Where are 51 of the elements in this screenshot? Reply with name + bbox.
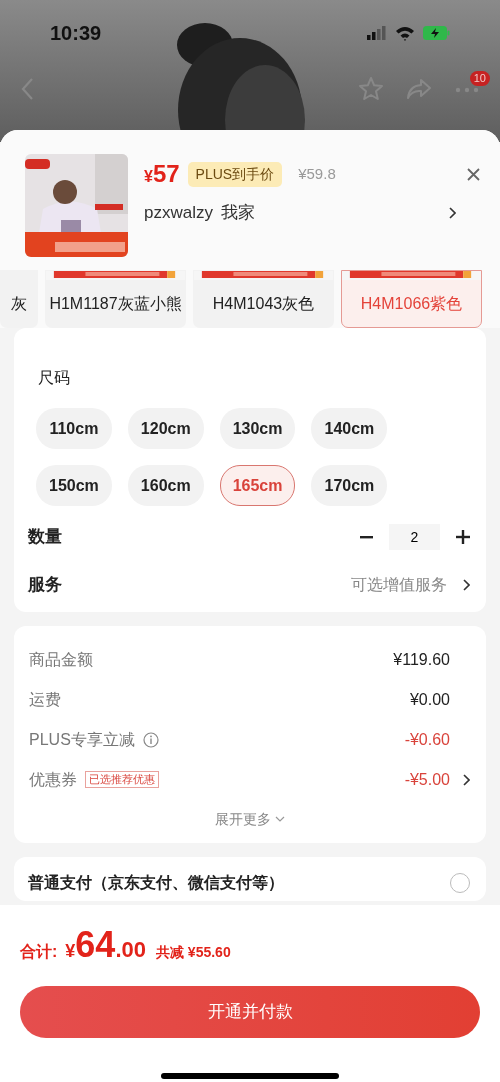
total-amount: ¥64.00 [64, 927, 146, 966]
summary-value: ¥0.00 [409, 689, 450, 710]
summary-label: 优惠券 [29, 769, 77, 790]
pay-button[interactable]: 开通并付款 [20, 986, 480, 1038]
summary-value: -¥0.60 [404, 729, 450, 750]
service-value[interactable]: 可选增值服务 [351, 572, 447, 597]
shop-name[interactable]: pzxwalzy [144, 200, 213, 226]
service-label: 服务 [28, 574, 62, 596]
signal-icon [367, 26, 387, 40]
wifi-icon [395, 25, 415, 41]
plus-price-badge: PLUS到手价 [187, 161, 283, 187]
coupon-tag: 已选推荐优惠 [85, 771, 159, 788]
original-price: ¥59.8 [298, 163, 336, 184]
summary-label: PLUS专享立减 [29, 729, 135, 750]
chevron-right-icon[interactable] [463, 578, 470, 591]
summary-label: 商品金额 [29, 649, 93, 670]
chevron-right-icon[interactable] [449, 206, 456, 219]
summary-value: ¥119.60 [393, 649, 450, 670]
star-icon[interactable] [358, 76, 384, 102]
size-option[interactable]: 140cm [311, 408, 388, 449]
color-option[interactable]: 灰 [0, 270, 38, 328]
battery-icon [423, 26, 450, 40]
chevron-down-icon [275, 816, 285, 822]
price: ¥57 [144, 159, 180, 189]
chevron-right-icon[interactable] [463, 773, 470, 786]
expand-more-button[interactable]: 展开更多 [209, 807, 291, 831]
size-option[interactable]: 120cm [127, 408, 204, 449]
color-option[interactable]: H1M1187灰蓝小熊 [45, 270, 186, 328]
size-option[interactable]: 170cm [311, 465, 388, 506]
payment-option: 普通支付（京东支付、微信支付等） [28, 870, 284, 895]
status-time: 10:39 [50, 21, 102, 46]
size-option[interactable]: 110cm [36, 408, 112, 449]
size-option[interactable]: 165cm [219, 465, 296, 506]
size-option[interactable]: 160cm [127, 465, 204, 506]
payment-radio[interactable] [450, 872, 470, 893]
size-option[interactable]: 130cm [219, 408, 296, 449]
size-title: 尺码 [37, 368, 71, 388]
total-label: 合计: [20, 942, 58, 962]
quantity-label: 数量 [28, 526, 62, 549]
shop-suffix: 我家 [220, 202, 255, 224]
quantity-field[interactable]: 2 [389, 524, 440, 550]
saved-amount: 共减 ¥55.60 [156, 943, 231, 962]
minus-icon[interactable] [360, 535, 373, 539]
size-option[interactable]: 150cm [36, 465, 112, 506]
color-option[interactable]: H4M1066紫色 [341, 270, 482, 328]
color-option[interactable]: H4M1043灰色 [193, 270, 334, 328]
plus-icon[interactable] [456, 530, 470, 544]
summary-value: -¥5.00 [404, 769, 450, 790]
info-icon[interactable] [142, 731, 159, 748]
close-icon[interactable] [467, 167, 480, 181]
summary-label: 运费 [29, 689, 61, 710]
